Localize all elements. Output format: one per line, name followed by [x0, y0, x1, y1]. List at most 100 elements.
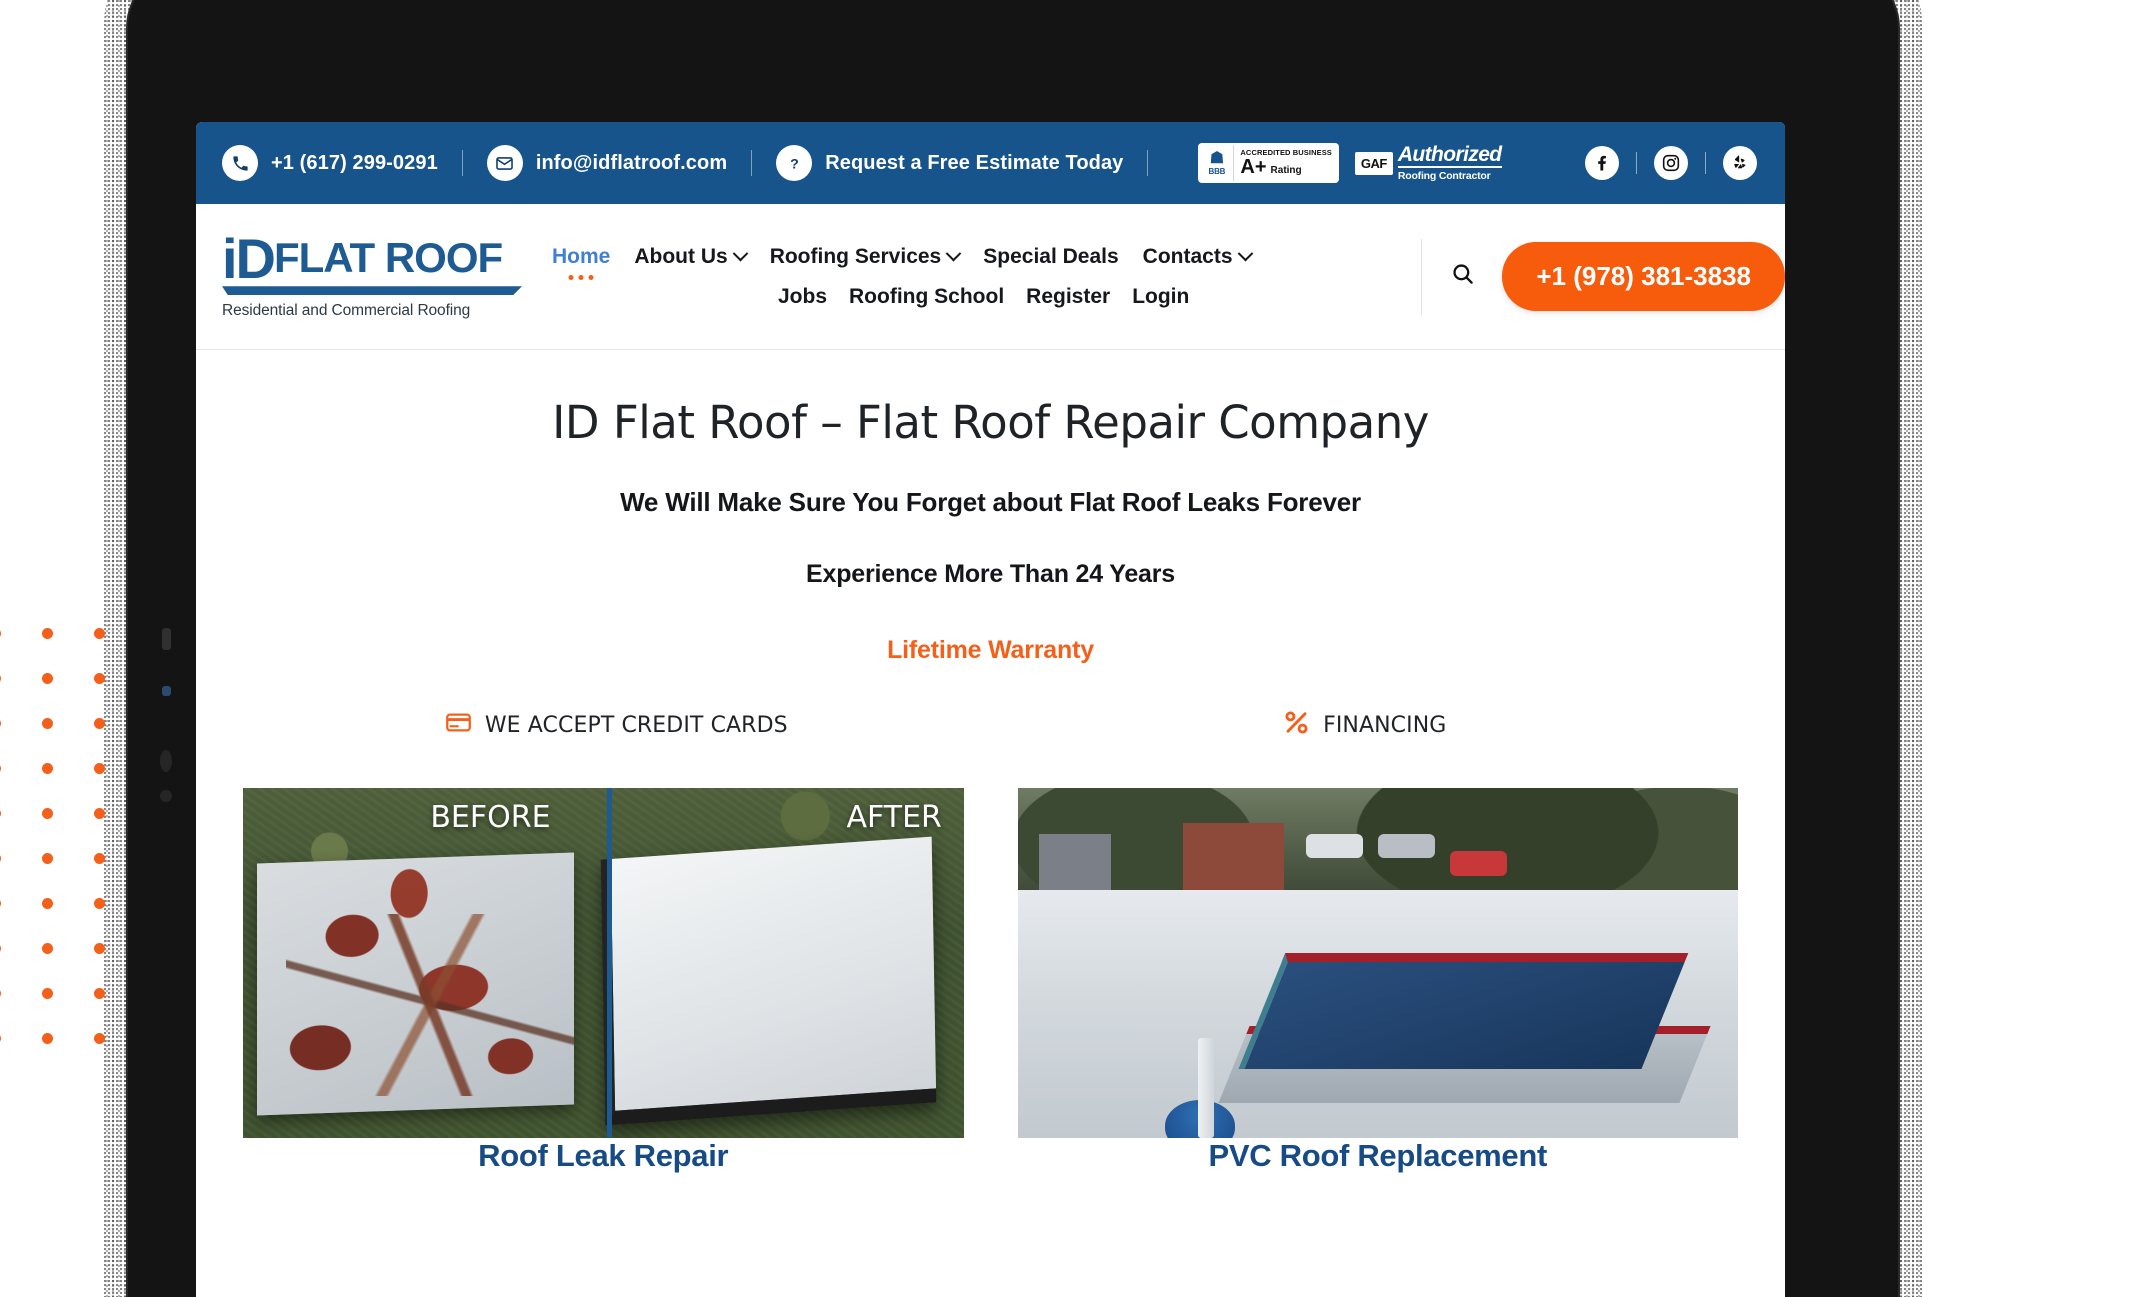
nav-item-roofing-school-label: Roofing School [849, 284, 1005, 308]
bbb-grade: A+ [1240, 156, 1267, 179]
logo-wordmark: FLAT ROOF [274, 234, 503, 282]
bbb-torch-icon: ☗ BBB [1200, 145, 1235, 181]
logo-underline [222, 286, 522, 296]
photo-label-before: BEFORE [430, 800, 551, 835]
service-card-title-roof-leak-repair[interactable]: Roof Leak Repair [478, 1138, 728, 1173]
bbb-label: BBB [1208, 166, 1226, 176]
nav-item-register[interactable]: Register [1026, 285, 1110, 309]
photo-vent-pipe [1197, 1038, 1214, 1138]
nav-item-about-us-label: About Us [634, 244, 728, 268]
photo-background [1017, 788, 1738, 1138]
topbar-phone[interactable]: +1 (617) 299-0291 [222, 145, 438, 181]
cta-phone-button[interactable]: +1 (978) 381-3838 [1502, 242, 1785, 311]
nav-item-roofing-services-label: Roofing Services [769, 244, 942, 268]
photo-building-secondary [1039, 833, 1112, 897]
social-divider [1705, 152, 1706, 174]
site-logo[interactable]: iD FLAT ROOF Residential and Commercial … [222, 226, 522, 321]
nav-row-primary: Home About Us Roofing Services Special D… [552, 244, 1421, 280]
photo-split-divider [606, 788, 612, 1138]
percent-icon [1283, 709, 1310, 741]
nav-item-roofing-services[interactable]: Roofing Services [769, 244, 962, 269]
topbar-email-label: info@idflatroof.com [535, 151, 728, 174]
topbar-email[interactable]: info@idflatroof.com [486, 145, 728, 181]
photo-debris [286, 914, 575, 1096]
payment-credit-cards: WE ACCEPT CREDIT CARDS [242, 709, 991, 741]
nav-item-home-label: Home [552, 244, 611, 268]
chevron-down-icon [1237, 245, 1253, 262]
nav-item-register-label: Register [1026, 284, 1111, 308]
utility-top-bar: +1 (617) 299-0291 info@idflatroof.com ? … [196, 122, 1785, 204]
logo-tagline: Residential and Commercial Roofing [222, 302, 471, 320]
device-volume-button[interactable] [162, 628, 171, 650]
photo-car [1305, 833, 1364, 858]
pvc-roof-photo[interactable] [1017, 788, 1738, 1138]
hero-subtitle: We Will Make Sure You Forget about Flat … [620, 487, 1361, 517]
payment-options-row: WE ACCEPT CREDIT CARDS FINANCING [196, 709, 1785, 741]
facebook-icon[interactable] [1585, 146, 1619, 180]
header-actions: +1 (978) 381-3838 [1421, 238, 1785, 315]
social-divider [1636, 152, 1637, 174]
accreditation-badges: ☗ BBB ACCREDITED BUSINESS A+ Rating GAF [1198, 142, 1502, 183]
device-indicator-light [162, 686, 171, 696]
service-card-title-pvc-roof-replacement[interactable]: PVC Roof Replacement [1208, 1138, 1547, 1173]
topbar-estimate[interactable]: ? Request a Free Estimate Today [776, 145, 1123, 181]
before-after-roof-photo[interactable]: BEFORE AFTER [243, 788, 964, 1138]
chevron-down-icon [945, 245, 962, 262]
photo-car [1449, 851, 1508, 876]
payment-credit-cards-label: WE ACCEPT CREDIT CARDS [484, 712, 788, 738]
bbb-rating-word: Rating [1270, 165, 1302, 177]
nav-item-login-label: Login [1132, 284, 1190, 308]
service-cards-row: BEFORE AFTER Roof Leak Repair PVC Roof R… [196, 788, 1785, 1174]
nav-item-contacts[interactable]: Contacts [1143, 245, 1253, 269]
nav-item-home[interactable]: Home [552, 244, 611, 280]
hero-warranty: Lifetime Warranty [887, 636, 1094, 664]
credit-card-icon [445, 709, 472, 741]
main-navigation: Home About Us Roofing Services Special D… [522, 245, 1421, 309]
topbar-phone-label: +1 (617) 299-0291 [271, 151, 438, 174]
page-scrollbar[interactable] [1779, 122, 1785, 1297]
nav-item-login[interactable]: Login [1132, 285, 1189, 309]
photo-roof-opening [1239, 952, 1690, 1068]
payment-financing-label: FINANCING [1323, 712, 1447, 738]
nav-item-special-deals[interactable]: Special Deals [983, 245, 1118, 269]
header-divider [1421, 238, 1423, 315]
page-title: ID Flat Roof – Flat Roof Repair Company [552, 396, 1429, 449]
phone-icon [222, 145, 258, 181]
service-card-roof-leak-repair[interactable]: BEFORE AFTER Roof Leak Repair [216, 788, 991, 1174]
active-indicator-dots [568, 274, 594, 280]
gaf-brand-label: GAF [1354, 151, 1393, 175]
question-mark-icon: ? [776, 145, 813, 181]
nav-item-about-us[interactable]: About Us [634, 244, 748, 269]
instagram-icon[interactable] [1654, 146, 1688, 180]
svg-text:?: ? [790, 156, 799, 172]
topbar-divider [751, 150, 753, 176]
payment-financing: FINANCING [991, 709, 1740, 741]
nav-item-jobs-label: Jobs [778, 284, 828, 308]
device-power-button[interactable] [160, 750, 172, 772]
nav-item-special-deals-label: Special Deals [983, 244, 1119, 268]
gaf-authorized-badge[interactable]: GAF Authorized Roofing Contractor [1354, 142, 1502, 183]
gaf-authorized-label: Authorized [1397, 142, 1502, 168]
search-icon[interactable] [1450, 261, 1476, 292]
gaf-subtitle-label: Roofing Contractor [1397, 169, 1491, 182]
hero-experience: Experience More Than 24 Years [806, 560, 1175, 588]
yelp-icon[interactable] [1723, 146, 1757, 180]
device-camera [160, 790, 172, 802]
social-links [1585, 146, 1757, 180]
nav-item-roofing-school[interactable]: Roofing School [849, 285, 1004, 309]
service-card-pvc-roof-replacement[interactable]: PVC Roof Replacement [991, 788, 1766, 1174]
topbar-divider [1147, 150, 1149, 176]
photo-new-panel [600, 836, 937, 1125]
envelope-icon [486, 145, 523, 181]
hero-section: ID Flat Roof – Flat Roof Repair Company … [196, 350, 1785, 1174]
browser-viewport: +1 (617) 299-0291 info@idflatroof.com ? … [196, 122, 1785, 1297]
bbb-rating-block: ACCREDITED BUSINESS A+ Rating [1234, 145, 1337, 181]
photo-car [1377, 833, 1436, 858]
nav-item-jobs[interactable]: Jobs [778, 285, 827, 309]
bbb-accredited-badge[interactable]: ☗ BBB ACCREDITED BUSINESS A+ Rating [1198, 143, 1339, 183]
photo-brick-chimney [1183, 823, 1285, 900]
topbar-divider [461, 150, 463, 176]
chevron-down-icon [732, 245, 748, 262]
logo-id-mark: iD [222, 226, 276, 290]
decorative-dot-grid [0, 612, 157, 1112]
